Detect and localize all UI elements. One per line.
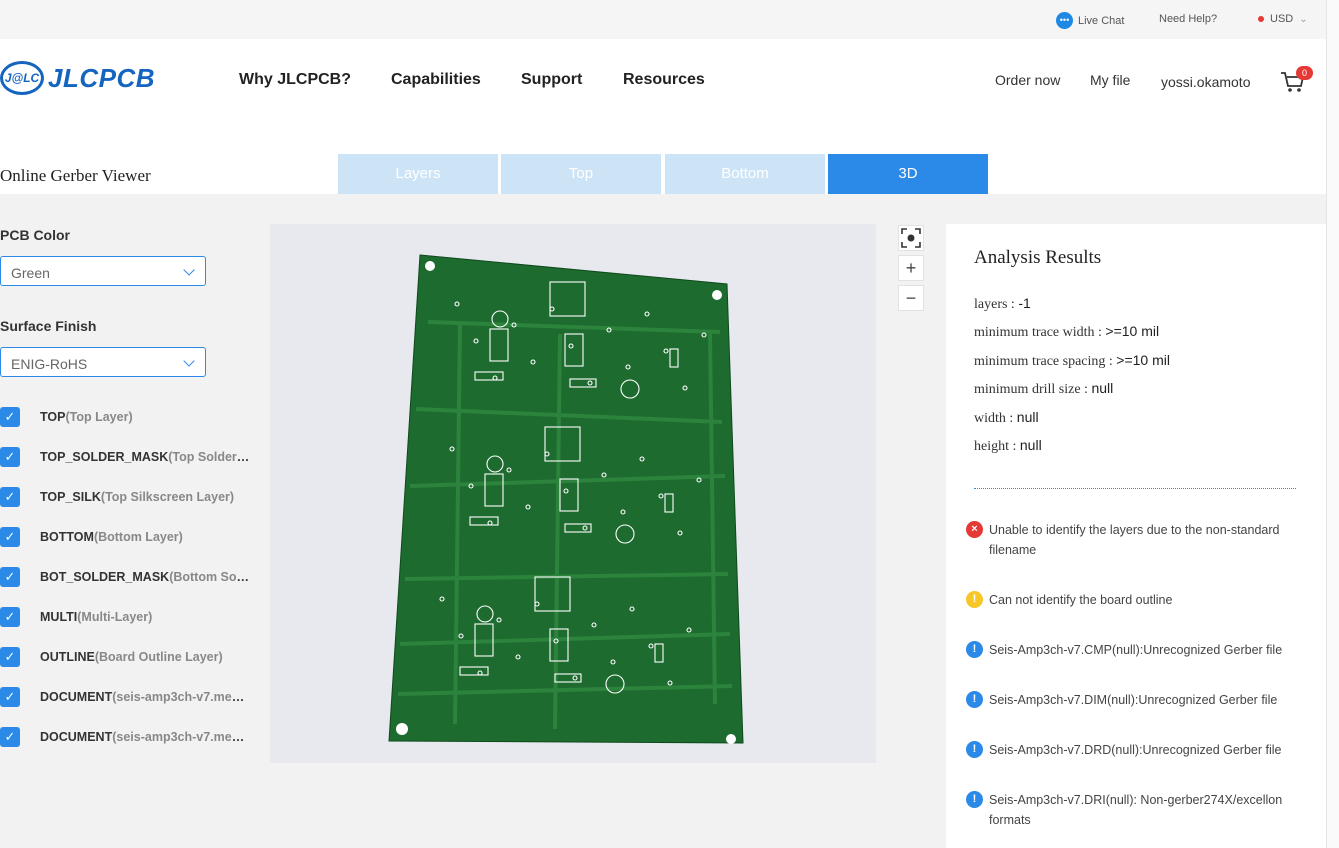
stat-min-trace-width: minimum trace width : >=10 mil <box>974 323 1160 340</box>
checkbox-checked-icon[interactable]: ✓ <box>0 407 20 427</box>
message-warning: ! Can not identify the board outline <box>966 590 1306 610</box>
info-icon: ! <box>966 741 983 758</box>
cart-count-badge: 0 <box>1296 66 1313 80</box>
layer-description: (Top Layer) <box>65 410 133 424</box>
zoom-in-icon[interactable]: + <box>898 255 924 281</box>
layer-item-outline[interactable]: ✓ OUTLINE(Board Outline Layer) <box>0 647 260 667</box>
logo-wordmark: JLCPCB <box>48 62 156 93</box>
info-icon: ! <box>966 641 983 658</box>
stat-min-trace-spacing: minimum trace spacing : >=10 mil <box>974 352 1170 369</box>
checkbox-checked-icon[interactable]: ✓ <box>0 567 20 587</box>
live-chat-link[interactable]: ••• Live Chat <box>1056 12 1124 29</box>
layer-name: TOP_SILK <box>40 490 101 504</box>
utility-bar: ••• Live Chat Need Help? USD ⌄ <box>0 0 1326 39</box>
pcb-color-select[interactable]: Green <box>0 256 206 286</box>
checkbox-checked-icon[interactable]: ✓ <box>0 527 20 547</box>
layer-item-bottom[interactable]: ✓ BOTTOM(Bottom Layer) <box>0 527 260 547</box>
info-icon: ! <box>966 691 983 708</box>
layer-description: (Top Silkscreen Layer) <box>100 490 235 504</box>
layer-item-top-silk[interactable]: ✓ TOP_SILK(Top Silkscreen Layer) <box>0 487 260 507</box>
layer-item-document-2[interactable]: ✓ DOCUMENT(seis-amp3ch-v7.mech) <box>0 727 260 747</box>
logo-badge: J@LC <box>0 61 44 95</box>
checkbox-checked-icon[interactable]: ✓ <box>0 607 20 627</box>
message-info: ! Seis-Amp3ch-v7.CMP(null):Unrecognized G… <box>966 640 1306 660</box>
analysis-title: Analysis Results <box>974 247 1102 268</box>
stat-layers: layers : -1 <box>974 295 1031 312</box>
stat-width: width : null <box>974 409 1039 426</box>
layer-description: (Bottom Solder Mask Layer) <box>169 570 250 584</box>
layer-name: DOCUMENT <box>40 690 113 704</box>
stat-min-drill-size: minimum drill size : null <box>974 380 1114 397</box>
pcb-color-value: Green <box>11 265 50 281</box>
order-now-link[interactable]: Order now <box>995 72 1060 88</box>
layer-description: (Top Solder Mask Layer) <box>168 450 250 464</box>
layer-name: TOP_SOLDER_MASK <box>40 450 169 464</box>
nav-support[interactable]: Support <box>521 71 582 89</box>
layer-item-top[interactable]: ✓ TOP(Top Layer) <box>0 407 260 427</box>
checkbox-checked-icon[interactable]: ✓ <box>0 687 20 707</box>
message-info: ! Seis-Amp3ch-v7.DIM(null):Unrecognized G… <box>966 690 1306 710</box>
currency-selector[interactable]: USD ⌄ <box>1258 13 1308 25</box>
tab-3d[interactable]: 3D <box>828 154 988 194</box>
my-file-link[interactable]: My file <box>1090 72 1130 88</box>
analysis-results-panel: Analysis Results layers : -1 minimum tra… <box>946 224 1326 848</box>
nav-capabilities[interactable]: Capabilities <box>391 71 481 89</box>
layer-description: (Bottom Layer) <box>93 530 183 544</box>
page-title: Online Gerber Viewer <box>0 166 151 185</box>
warning-icon: ! <box>966 591 983 608</box>
checkbox-checked-icon[interactable]: ✓ <box>0 447 20 467</box>
layer-description: (Board Outline Layer) <box>94 650 223 664</box>
layer-description: (Multi-Layer) <box>77 610 153 624</box>
layer-item-document-1[interactable]: ✓ DOCUMENT(seis-amp3ch-v7.mech) <box>0 687 260 707</box>
layer-name: BOTTOM <box>40 530 94 544</box>
tab-bottom[interactable]: Bottom <box>665 154 825 194</box>
chevron-down-icon <box>183 355 195 367</box>
chat-bubble-icon: ••• <box>1056 12 1073 29</box>
layer-name: OUTLINE <box>40 650 95 664</box>
layer-name: DOCUMENT <box>40 730 113 744</box>
nav-why-jlcpcb[interactable]: Why JLCPCB? <box>239 71 351 89</box>
divider <box>974 488 1296 489</box>
layer-name: BOT_SOLDER_MASK <box>40 570 170 584</box>
chevron-down-icon: ⌄ <box>1299 13 1308 25</box>
currency-label: USD <box>1270 13 1294 25</box>
layer-description: (seis-amp3ch-v7.mech) <box>112 690 250 704</box>
viewer-titlebar: Online Gerber Viewer Layers Top Bottom 3… <box>0 124 1326 194</box>
brand-logo[interactable]: J@LC JLCPCB <box>0 61 155 95</box>
surface-finish-label: Surface Finish <box>0 318 97 334</box>
pcb-board-render <box>388 254 744 744</box>
live-chat-label: Live Chat <box>1078 14 1125 27</box>
nav-resources[interactable]: Resources <box>623 71 705 89</box>
surface-finish-value: ENIG-RoHS <box>11 356 88 372</box>
info-icon: ! <box>966 791 983 808</box>
checkbox-checked-icon[interactable]: ✓ <box>0 647 20 667</box>
checkbox-checked-icon[interactable]: ✓ <box>0 727 20 747</box>
need-help-link[interactable]: Need Help? <box>1159 13 1217 25</box>
error-icon: × <box>966 521 983 538</box>
message-error: × Unable to identify the layers due to th… <box>966 520 1306 560</box>
page-scrollbar[interactable] <box>1326 0 1339 848</box>
message-info: ! Seis-Amp3ch-v7.DRD(null):Unrecognized G… <box>966 740 1306 760</box>
pcb-3d-viewport[interactable] <box>270 224 876 763</box>
layer-name: MULTI <box>40 610 78 624</box>
stat-height: height : null <box>974 437 1042 454</box>
layer-description: (seis-amp3ch-v7.mech) <box>112 730 250 744</box>
fit-view-icon[interactable] <box>898 225 924 251</box>
checkbox-checked-icon[interactable]: ✓ <box>0 487 20 507</box>
tab-layers[interactable]: Layers <box>338 154 498 194</box>
zoom-out-icon[interactable]: − <box>898 285 924 311</box>
tab-top[interactable]: Top <box>501 154 661 194</box>
chevron-down-icon <box>183 264 195 276</box>
main-header: J@LC JLCPCB Why JLCPCB? Capabilities Sup… <box>0 39 1326 124</box>
message-info: ! Seis-Amp3ch-v7.DRI(null): Non-gerber274… <box>966 790 1306 830</box>
user-account-link[interactable]: yossi.okamoto <box>1161 74 1250 90</box>
pcb-color-label: PCB Color <box>0 227 70 243</box>
surface-finish-select[interactable]: ENIG-RoHS <box>0 347 206 377</box>
layer-item-multi[interactable]: ✓ MULTI(Multi-Layer) <box>0 607 260 627</box>
layer-item-bot-solder-mask[interactable]: ✓ BOT_SOLDER_MASK(Bottom Solder Mask Laye… <box>0 567 260 587</box>
flag-icon <box>1258 16 1264 22</box>
layer-item-top-solder-mask[interactable]: ✓ TOP_SOLDER_MASK(Top Solder Mask Layer) <box>0 447 260 467</box>
layer-name: TOP <box>40 410 66 424</box>
